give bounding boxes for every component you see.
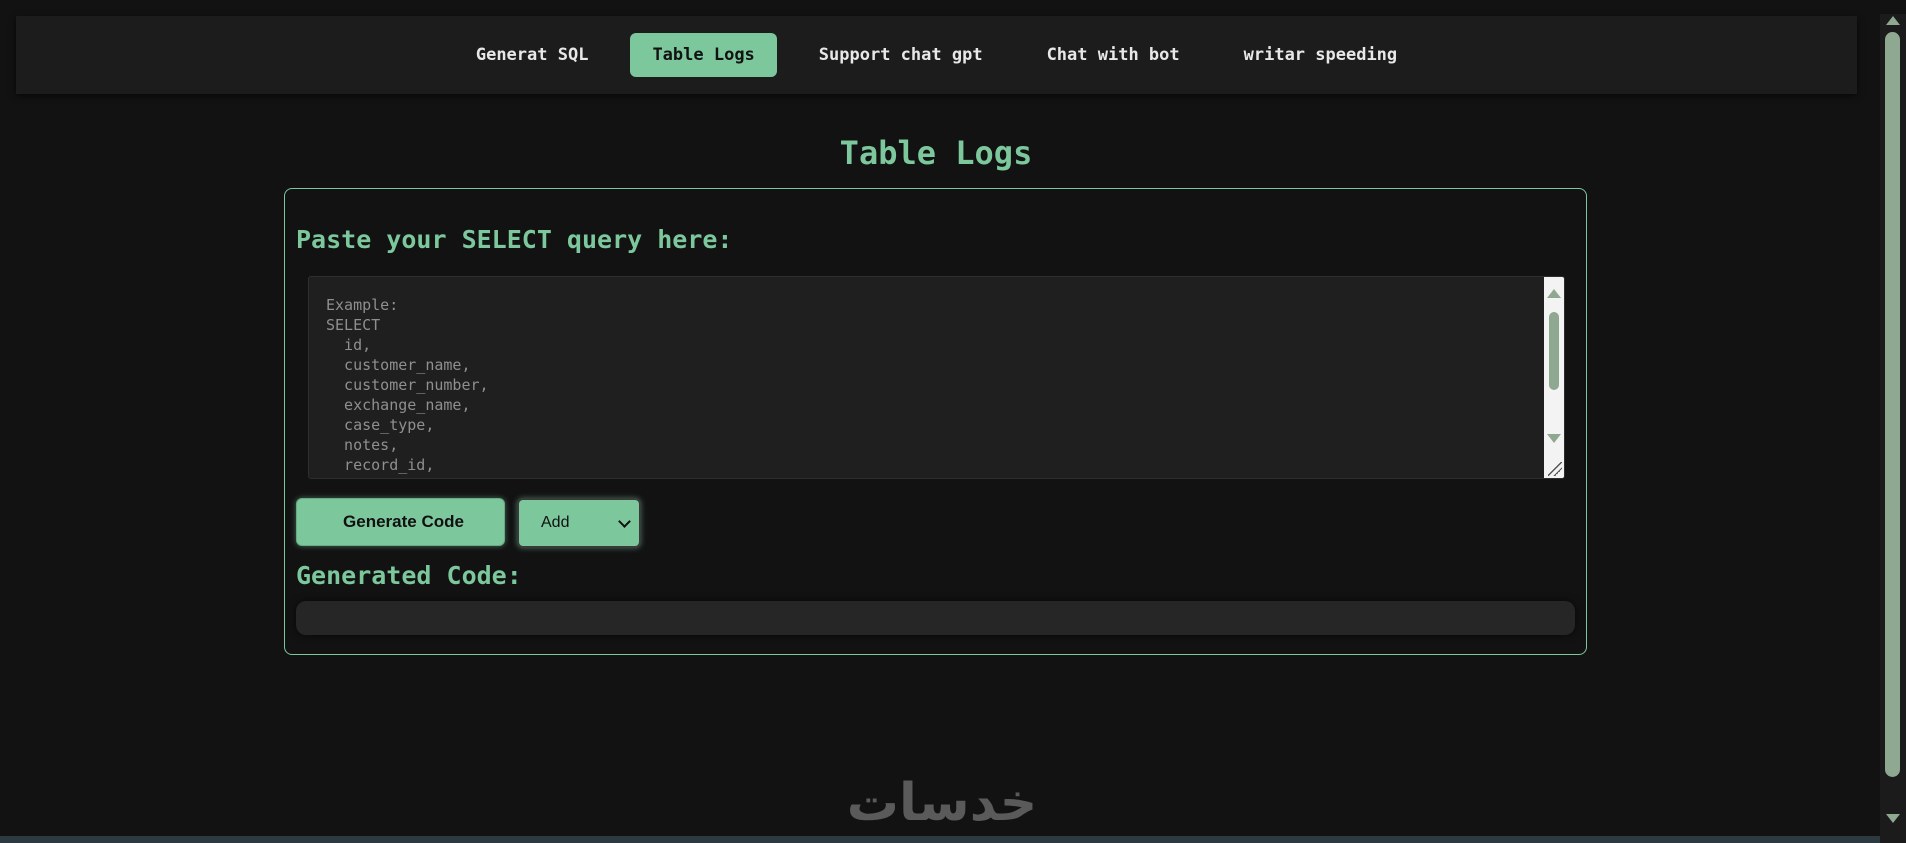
scroll-thumb[interactable] <box>1549 312 1559 390</box>
generate-code-label: Generate Code <box>343 512 464 531</box>
page-scroll-up-arrow-icon[interactable] <box>1886 16 1900 25</box>
nav-item-chat-with-bot[interactable]: Chat with bot <box>1025 33 1202 77</box>
scroll-down-arrow-icon[interactable] <box>1547 434 1561 443</box>
generate-code-button[interactable]: Generate Code <box>296 498 505 546</box>
nav-item-generat-sql[interactable]: Generat SQL <box>454 33 611 77</box>
nav-item-table-logs[interactable]: Table Logs <box>630 33 777 77</box>
page-title: Table Logs <box>839 134 1033 172</box>
scroll-up-arrow-icon[interactable] <box>1547 289 1561 298</box>
page-scroll-thumb[interactable] <box>1885 32 1900 777</box>
page-scroll-down-arrow-icon[interactable] <box>1886 814 1900 823</box>
nav-item-writar-speeding[interactable]: writar speeding <box>1222 33 1420 77</box>
page-scrollbar[interactable] <box>1880 14 1906 843</box>
nav-item-support-chat-gpt[interactable]: Support chat gpt <box>797 33 1005 77</box>
resize-handle-icon[interactable] <box>1548 462 1562 476</box>
top-navbar: Generat SQL Table Logs Support chat gpt … <box>16 16 1857 94</box>
action-select[interactable]: Add <box>517 498 641 548</box>
action-select-value: Add <box>541 514 570 531</box>
query-textarea-wrapper <box>308 276 1565 479</box>
footer-logo: خدسات <box>847 773 1037 830</box>
chevron-down-icon <box>618 514 631 528</box>
textarea-scrollbar[interactable] <box>1544 277 1564 478</box>
query-card: Paste your SELECT query here: Generate C… <box>284 188 1587 655</box>
query-textarea[interactable] <box>309 277 1546 478</box>
query-label: Paste your SELECT query here: <box>296 225 733 254</box>
bottom-strip <box>0 836 1880 843</box>
footer-logo-text: خدسات <box>847 773 1037 830</box>
generated-code-label: Generated Code: <box>296 561 522 590</box>
generated-code-output <box>296 601 1575 635</box>
